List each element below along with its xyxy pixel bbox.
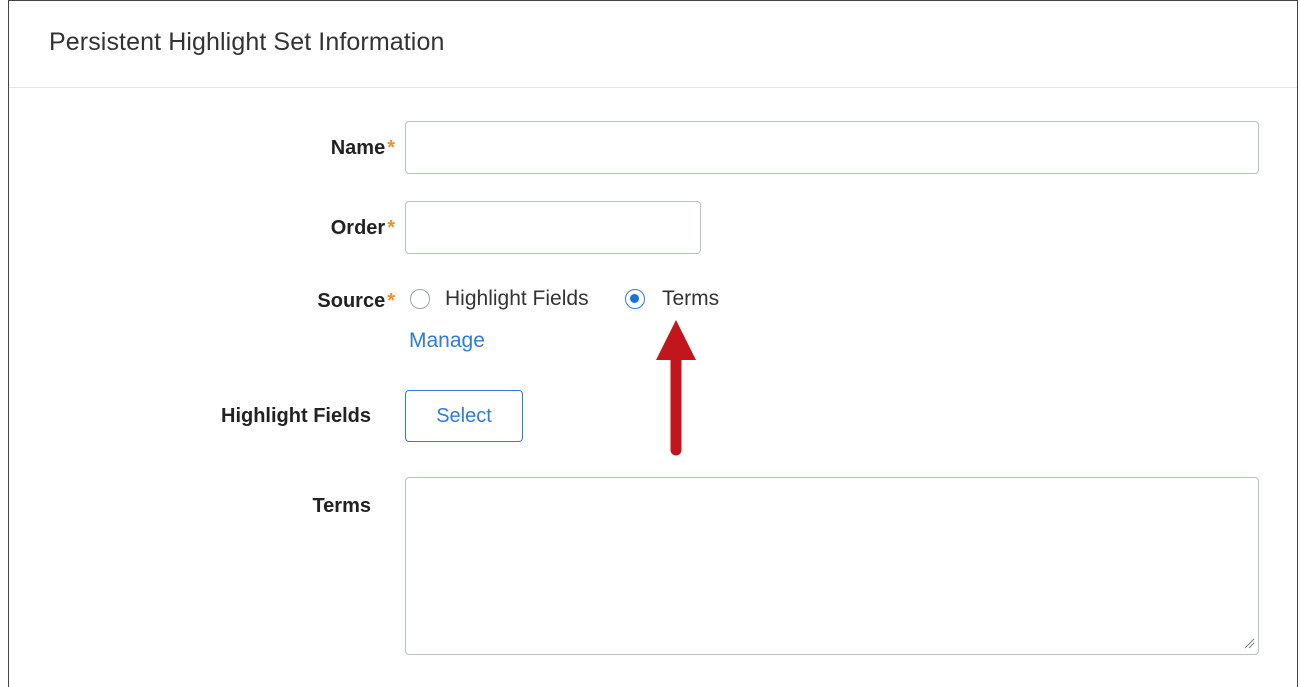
name-input[interactable] xyxy=(405,121,1259,174)
required-mark: * xyxy=(387,290,395,312)
radio-terms-label[interactable]: Terms xyxy=(662,287,719,311)
order-label: Order * xyxy=(331,217,395,240)
required-mark: * xyxy=(387,137,395,159)
resize-grip-icon[interactable] xyxy=(1243,637,1255,649)
annotation-arrow-icon xyxy=(656,320,696,456)
required-mark: * xyxy=(387,217,395,239)
terms-textarea[interactable] xyxy=(405,477,1259,655)
name-label-text: Name xyxy=(330,137,386,159)
panel-title: Persistent Highlight Set Information xyxy=(49,28,445,56)
source-label: Source * xyxy=(317,290,395,313)
radio-terms[interactable] xyxy=(625,289,645,309)
source-label-text: Source xyxy=(317,290,386,312)
radio-highlight-fields-label[interactable]: Highlight Fields xyxy=(445,287,589,311)
highlight-fields-label: Highlight Fields xyxy=(221,405,371,427)
select-button[interactable]: Select xyxy=(405,390,523,442)
radio-highlight-fields[interactable] xyxy=(410,289,430,309)
name-label: Name * xyxy=(331,137,395,160)
panel-header: Persistent Highlight Set Information xyxy=(9,1,1297,88)
terms-label: Terms xyxy=(312,495,371,517)
manage-link[interactable]: Manage xyxy=(409,329,485,353)
order-label-text: Order xyxy=(330,217,386,239)
order-input[interactable] xyxy=(405,201,701,254)
